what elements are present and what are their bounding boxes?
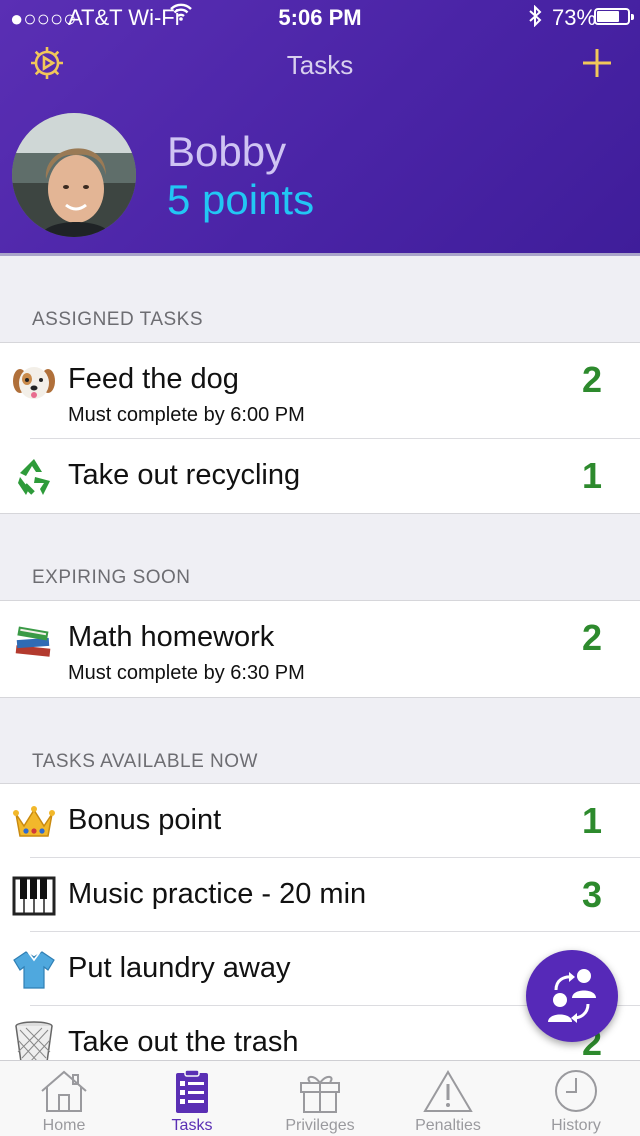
profile-points: 5 points: [167, 176, 315, 223]
task-row-music-practice[interactable]: Music practice - 20 min 3: [0, 858, 640, 932]
tab-home[interactable]: Home: [0, 1061, 128, 1136]
task-title: Music practice - 20 min: [68, 878, 367, 910]
books-icon: [12, 617, 56, 661]
section-header-available: TASKS AVAILABLE NOW: [32, 751, 258, 772]
profile-header: ●○○○○ AT&T Wi-Fi 5:06 PM 73% Tasks Bobby…: [0, 0, 640, 256]
task-title: Take out recycling: [68, 459, 301, 491]
warning-triangle-icon: [423, 1070, 473, 1112]
status-bar: ●○○○○ AT&T Wi-Fi 5:06 PM 73%: [0, 0, 640, 34]
section-header-expiring: EXPIRING SOON: [32, 567, 191, 588]
task-title: Put laundry away: [68, 952, 291, 984]
divider: [0, 697, 640, 698]
battery-icon: [594, 8, 634, 25]
gift-icon: [300, 1075, 340, 1113]
section-header-assigned: ASSIGNED TASKS: [32, 309, 204, 330]
tab-penalties[interactable]: Penalties: [384, 1061, 512, 1136]
shirt-icon: [12, 948, 56, 992]
bluetooth-icon: [528, 4, 542, 33]
task-title: Bonus point: [68, 804, 222, 836]
task-points: 1: [581, 800, 602, 841]
task-points: 3: [581, 874, 602, 915]
recycle-icon: [12, 455, 56, 499]
task-title: Feed the dog: [68, 363, 239, 395]
task-row-math-homework[interactable]: Math homework Must complete by 6:30 PM 2: [0, 601, 640, 697]
piano-icon: [12, 874, 56, 918]
nav-title: Tasks: [286, 50, 354, 80]
trash-can-icon: [12, 1020, 56, 1060]
battery-percent: 73%: [552, 5, 597, 30]
tab-privileges[interactable]: Privileges: [256, 1061, 384, 1136]
task-title: Take out the trash: [68, 1026, 299, 1058]
avatar[interactable]: [12, 113, 136, 237]
task-row-bonus-point[interactable]: Bonus point 1: [0, 784, 640, 858]
add-task-button[interactable]: [578, 44, 616, 82]
house-icon: [41, 1070, 87, 1112]
task-row-feed-dog[interactable]: Feed the dog Must complete by 6:00 PM 2: [0, 343, 640, 439]
divider: [0, 513, 640, 514]
status-time: 5:06 PM: [278, 5, 362, 30]
tab-label: Privileges: [285, 1117, 355, 1134]
switch-user-button[interactable]: [526, 950, 618, 1042]
clipboard-checklist-icon: [176, 1069, 208, 1113]
tab-bar: Home Tasks Privileges Penalties History: [0, 1060, 640, 1136]
clock-icon: [555, 1070, 597, 1112]
task-title: Math homework: [68, 621, 275, 653]
task-points: 2: [581, 617, 602, 658]
tab-label: Penalties: [415, 1117, 481, 1134]
dog-icon: [12, 361, 56, 405]
tab-tasks[interactable]: Tasks: [128, 1061, 256, 1136]
plus-icon: [583, 49, 611, 77]
crown-icon: [12, 800, 56, 844]
tab-label: Home: [42, 1117, 86, 1134]
battery-level: [597, 11, 619, 22]
tab-history[interactable]: History: [512, 1061, 640, 1136]
tab-label: History: [551, 1117, 601, 1134]
switch-user-icon: [548, 969, 596, 1023]
task-deadline: Must complete by 6:30 PM: [68, 662, 305, 684]
task-points: 1: [581, 455, 602, 496]
tab-label: Tasks: [171, 1117, 213, 1134]
task-row-recycling[interactable]: Take out recycling 1: [0, 439, 640, 513]
task-deadline: Must complete by 6:00 PM: [68, 404, 305, 426]
profile-name: Bobby: [167, 128, 287, 175]
task-points: 2: [581, 359, 602, 400]
